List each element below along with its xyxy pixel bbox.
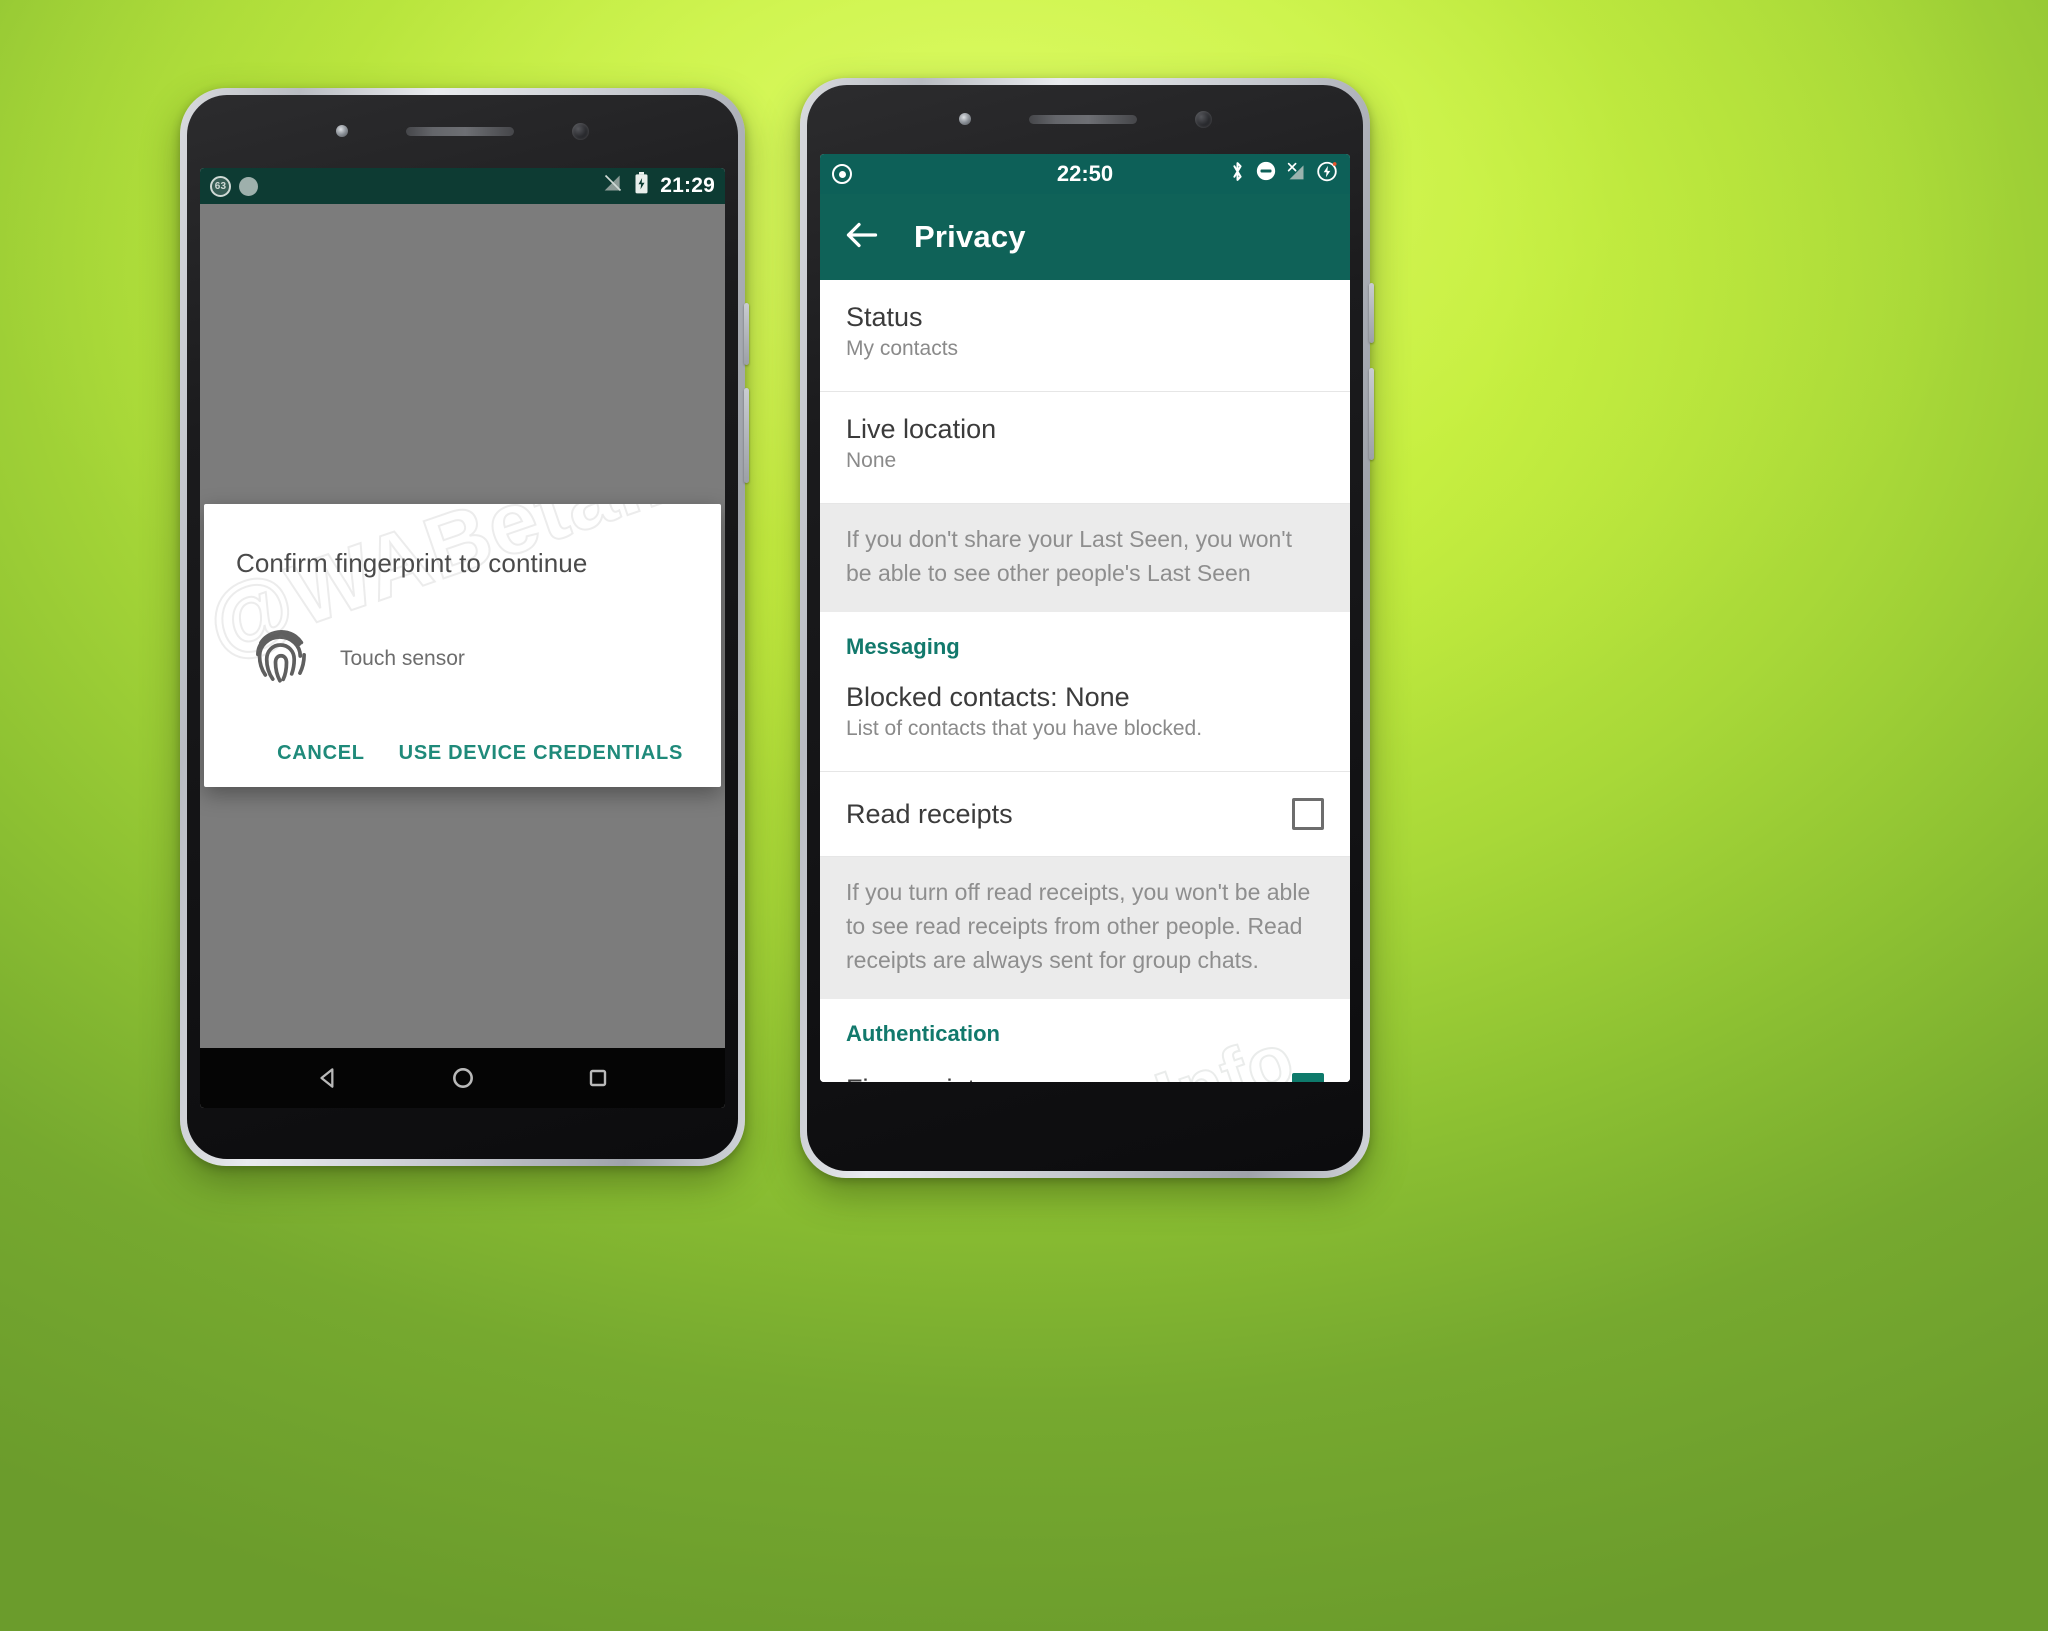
- fingerprint-dialog-subtitle: Touch sensor: [340, 646, 465, 670]
- left-status-bar: 63 21:29: [200, 168, 725, 204]
- notification-dot-icon: [239, 176, 258, 196]
- battery-charging-icon: [1316, 160, 1338, 188]
- signal-x-icon: [1286, 161, 1307, 188]
- fingerprint-dialog-actions: CANCEL USE DEVICE CREDENTIALS: [236, 742, 689, 765]
- list-item-subtitle: List of contacts that you have blocked.: [846, 717, 1203, 741]
- fingerprint-dialog-title: Confirm fingerprint to continue: [236, 548, 588, 578]
- back-triangle-icon[interactable]: [315, 1065, 341, 1091]
- section-note: If you turn off read receipts, you won't…: [820, 857, 1350, 1000]
- list-item-subtitle: My contacts: [846, 337, 959, 360]
- front-flash-icon: [958, 113, 971, 125]
- fingerprint-icon: [248, 621, 314, 696]
- privacy-app-bar: Privacy: [820, 194, 1350, 280]
- right-phone-device: 22:50 Privacy Status My contacts Live lo…: [800, 78, 1374, 1178]
- recents-square-icon[interactable]: [586, 1066, 610, 1090]
- front-camera-icon: [572, 122, 589, 140]
- list-item-title: Status: [846, 302, 923, 332]
- left-status-time: 21:29: [660, 174, 715, 197]
- privacy-settings-list: Status My contacts Live location None If you…: [820, 280, 1350, 1082]
- section-header: Messaging: [820, 612, 1350, 661]
- front-camera-icon: [1194, 110, 1212, 128]
- fingerprint-dialog: @WABetaInfo Confirm fingerprint to conti…: [204, 504, 721, 787]
- right-status-system-icons: [1229, 160, 1338, 189]
- left-phone-side-button-power[interactable]: [744, 388, 749, 483]
- right-phone-side-button-power[interactable]: [1369, 368, 1374, 460]
- front-flash-icon: [336, 125, 348, 137]
- notification-circle-icon: 63: [210, 175, 231, 197]
- do-not-disturb-icon: [1255, 160, 1277, 188]
- list-item[interactable]: Blocked contacts: None List of contacts t…: [820, 660, 1350, 773]
- checkbox-unchecked[interactable]: [1292, 798, 1324, 831]
- list-item-title: Blocked contacts: None: [846, 682, 1130, 713]
- left-phone-side-button-volume[interactable]: [744, 303, 749, 365]
- left-phone-screen: 63 21:29 @WABetaInfo Confirm fingerprint…: [200, 168, 725, 1108]
- list-item-toggle[interactable]: Fingerprint: [820, 1047, 1350, 1082]
- right-phone-screen: 22:50 Privacy Status My contacts Live lo…: [820, 154, 1350, 1082]
- cancel-button[interactable]: CANCEL: [277, 742, 365, 765]
- left-phone-sensor-row: [180, 114, 745, 148]
- list-item[interactable]: Status My contacts: [820, 280, 1350, 392]
- right-phone-sensor-row: [800, 102, 1370, 136]
- list-item-toggle[interactable]: Read receipts: [820, 772, 1350, 858]
- battery-icon: [634, 172, 649, 200]
- left-phone-device: 63 21:29 @WABetaInfo Confirm fingerprint…: [180, 88, 749, 1166]
- earpiece-speaker: [1028, 114, 1137, 124]
- signal-off-icon: [603, 173, 623, 199]
- left-status-notification-icons: 63: [210, 175, 258, 197]
- earpiece-speaker: [406, 126, 514, 136]
- android-navigation-bar: [200, 1048, 725, 1108]
- screen-record-icon: [832, 164, 852, 184]
- home-circle-icon[interactable]: [450, 1065, 476, 1091]
- back-arrow-icon[interactable]: [844, 220, 880, 255]
- section-header: Authentication: [820, 999, 1350, 1048]
- left-status-system-icons: 21:29: [603, 172, 715, 200]
- checkbox-checked[interactable]: [1292, 1073, 1324, 1082]
- fingerprint-dialog-body: Touch sensor: [236, 621, 689, 696]
- list-item-title: Live location: [846, 414, 997, 444]
- list-item-subtitle: None: [846, 449, 897, 472]
- bluetooth-icon: [1229, 160, 1246, 189]
- list-item-title: Read receipts: [846, 798, 1013, 829]
- list-item[interactable]: Live location None: [820, 392, 1350, 504]
- dialog-scrim: @WABetaInfo Confirm fingerprint to conti…: [200, 204, 725, 1048]
- list-item-title: Fingerprint: [846, 1074, 975, 1082]
- right-phone-side-button-volume[interactable]: [1369, 283, 1374, 343]
- right-status-bar: 22:50: [820, 154, 1350, 194]
- page-title: Privacy: [914, 219, 1026, 254]
- use-device-credentials-button[interactable]: USE DEVICE CREDENTIALS: [399, 742, 683, 765]
- section-note: If you don't share your Last Seen, you w…: [820, 504, 1350, 613]
